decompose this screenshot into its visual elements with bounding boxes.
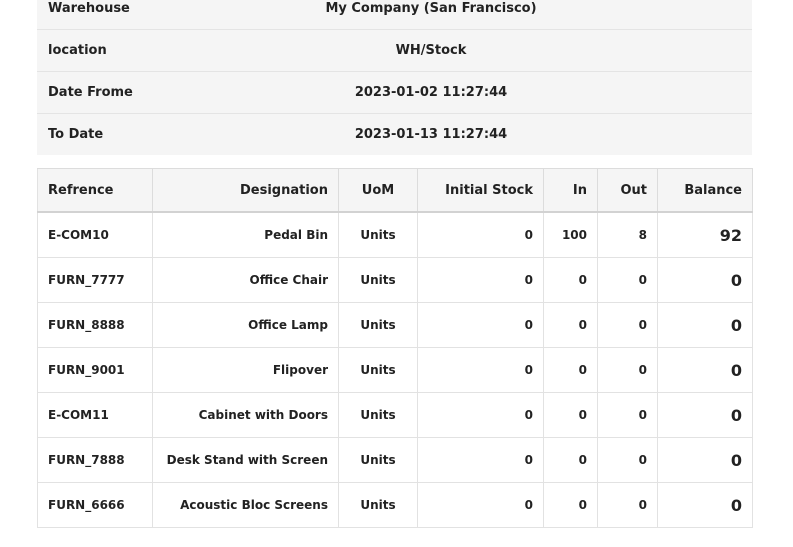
cell-out: 0 [597,347,658,393]
info-label: location [37,29,299,72]
cell-initial-stock: 0 [417,257,544,303]
cell-in: 0 [543,482,598,528]
header-initial-stock: Initial Stock [417,168,544,213]
header-reference: Refrence [37,168,153,213]
table-row: FURN_6666 Acoustic Bloc Screens Units 0 0 0 0 [37,482,753,528]
table-body: E-COM10 Pedal Bin Units 0 100 8 92 FURN_7777 Off… [37,211,753,528]
cell-uom: Units [338,437,418,483]
cell-reference: FURN_8888 [37,302,153,348]
cell-in: 0 [543,347,598,393]
cell-out: 0 [597,437,658,483]
header-in: In [543,168,598,213]
cell-initial-stock: 0 [417,482,544,528]
stock-report-page: Warehouse My Company (San Francisco) loc… [0,0,793,547]
info-row-to-date: To Date 2023-01-13 11:27:44 [37,114,752,156]
cell-reference: E-COM11 [37,392,153,438]
cell-designation: Desk Stand with Screen [152,437,339,483]
table-row: FURN_8888 Office Lamp Units 0 0 0 0 [37,302,753,348]
cell-initial-stock: 0 [417,437,544,483]
stock-movement-table: Refrence Designation UoM Initial Stock I… [37,168,753,528]
table-row: FURN_7888 Desk Stand with Screen Units 0 0 0 0 [37,437,753,483]
cell-designation: Acoustic Bloc Screens [152,482,339,528]
cell-balance: 0 [657,482,753,528]
header-uom: UoM [338,168,418,213]
cell-uom: Units [338,392,418,438]
table-header-row: Refrence Designation UoM Initial Stock I… [37,168,753,213]
cell-designation: Cabinet with Doors [152,392,339,438]
cell-reference: FURN_6666 [37,482,153,528]
cell-balance: 92 [657,211,753,258]
cell-initial-stock: 0 [417,392,544,438]
cell-uom: Units [338,257,418,303]
cell-uom: Units [338,482,418,528]
cell-uom: Units [338,302,418,348]
cell-out: 0 [597,482,658,528]
cell-in: 100 [543,211,598,258]
cell-designation: Office Chair [152,257,339,303]
cell-reference: FURN_7888 [37,437,153,483]
cell-out: 0 [597,302,658,348]
cell-uom: Units [338,211,418,258]
cell-balance: 0 [657,437,753,483]
cell-reference: E-COM10 [37,211,153,258]
cell-reference: FURN_9001 [37,347,153,393]
cell-initial-stock: 0 [417,347,544,393]
info-label: Date Frome [37,71,299,114]
table-row: FURN_7777 Office Chair Units 0 0 0 0 [37,257,753,303]
cell-designation: Flipover [152,347,339,393]
cell-uom: Units [338,347,418,393]
report-info-table: Warehouse My Company (San Francisco) loc… [37,0,752,155]
cell-in: 0 [543,257,598,303]
info-row-location: location WH/Stock [37,29,752,72]
cell-out: 0 [597,392,658,438]
info-row-warehouse: Warehouse My Company (San Francisco) [37,0,752,30]
table-row: E-COM10 Pedal Bin Units 0 100 8 92 [37,211,753,258]
cell-balance: 0 [657,257,753,303]
cell-out: 0 [597,257,658,303]
cell-designation: Pedal Bin [152,211,339,258]
cell-initial-stock: 0 [417,211,544,258]
info-value: 2023-01-13 11:27:44 [354,127,508,142]
header-balance: Balance [657,168,753,213]
info-row-date-from: Date Frome 2023-01-02 11:27:44 [37,71,752,114]
cell-balance: 0 [657,347,753,393]
cell-out: 8 [597,211,658,258]
cell-in: 0 [543,437,598,483]
info-value: 2023-01-02 11:27:44 [299,71,752,114]
cell-balance: 0 [657,302,753,348]
table-row: E-COM11 Cabinet with Doors Units 0 0 0 0 [37,392,753,438]
cell-initial-stock: 0 [417,302,544,348]
cell-in: 0 [543,302,598,348]
info-label: Warehouse [37,0,299,30]
cell-balance: 0 [657,392,753,438]
header-out: Out [597,168,658,213]
info-value: WH/Stock [299,29,752,72]
table-row: FURN_9001 Flipover Units 0 0 0 0 [37,347,753,393]
cell-reference: FURN_7777 [37,257,153,303]
info-label: To Date [48,127,104,142]
header-designation: Designation [152,168,339,213]
info-value: My Company (San Francisco) [299,0,752,30]
cell-in: 0 [543,392,598,438]
cell-designation: Office Lamp [152,302,339,348]
